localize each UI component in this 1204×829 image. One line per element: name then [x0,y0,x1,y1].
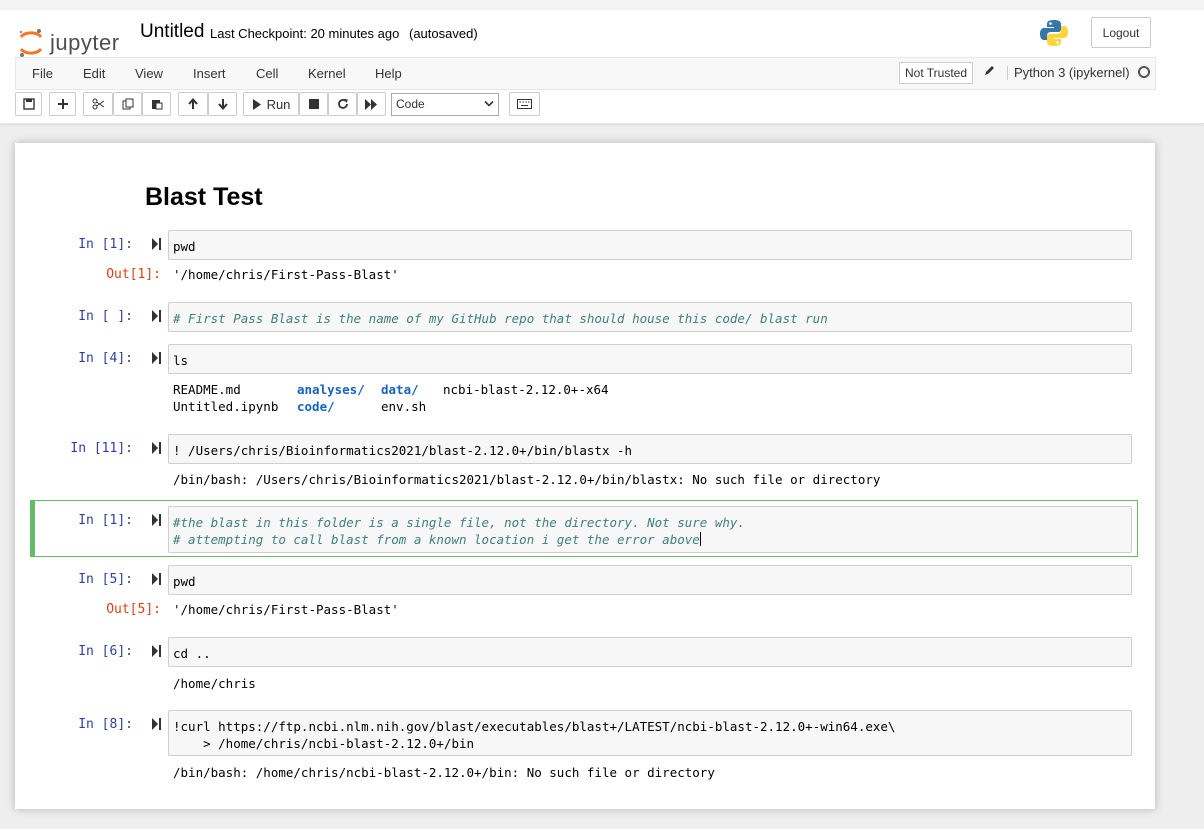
chevron-down-icon [484,100,494,107]
code-input[interactable]: cd .. [168,637,1132,667]
ls-entry: Untitled.ipynb [173,399,279,414]
restart-run-all-button[interactable] [357,92,386,116]
menu-insert[interactable]: Insert [193,66,226,81]
menu-kernel[interactable]: Kernel [308,66,346,81]
arrow-down-icon [217,99,228,110]
fast-forward-icon [365,98,377,110]
cell-output: '/home/chris/First-Pass-Blast' [173,602,399,617]
interrupt-button[interactable] [299,92,328,116]
markdown-heading[interactable]: Blast Test [145,183,263,212]
run-cell-icon[interactable] [152,238,162,250]
menu-help[interactable]: Help [375,66,402,81]
input-prompt: In [8]: [78,717,133,732]
copy-button[interactable] [113,92,142,116]
code-input[interactable]: !curl https://ftp.ncbi.nlm.nih.gov/blast… [168,710,1132,756]
code-line: # attempting to call blast from a known … [173,532,700,547]
play-icon [252,98,261,110]
arrow-up-icon [188,98,198,109]
menu-file[interactable]: File [32,66,53,81]
run-cell-icon[interactable] [152,573,162,585]
keyboard-icon [517,99,532,109]
ls-entry: env.sh [381,399,427,414]
ls-output: README.md [173,381,241,398]
code-input[interactable]: # First Pass Blast is the name of my Git… [168,302,1132,332]
save-button[interactable] [15,92,42,116]
python-logo-icon [1040,20,1068,46]
jupyter-logo-icon [19,29,43,57]
run-label: Run [266,96,291,112]
jupyter-logo[interactable]: jupyter [18,26,120,60]
cell-output: /home/chris [173,676,256,691]
cell-type-value: Code [396,97,425,111]
kernel-name[interactable]: Python 3 (ipykernel) [1007,66,1130,80]
paste-button[interactable] [142,92,171,116]
output-prompt: Out[5]: [106,602,161,617]
code-input[interactable]: pwd [168,565,1132,595]
cell-type-select[interactable]: Code [391,93,499,116]
kernel-idle-indicator-icon [1138,66,1150,78]
restart-icon [337,99,348,109]
code-input[interactable]: ! /Users/chris/Bioinformatics2021/blast-… [168,434,1132,464]
plus-icon [57,99,68,109]
jupyter-logo-text: jupyter [50,30,120,55]
move-up-button[interactable] [178,92,208,116]
code-line: !curl https://ftp.ncbi.nlm.nih.gov/blast… [173,719,896,734]
stop-icon [308,99,319,109]
input-prompt: In [1]: [78,513,133,528]
checkpoint-status: Last Checkpoint: 20 minutes ago [210,26,400,41]
menu-view[interactable]: View [135,66,163,81]
paste-icon [151,100,162,110]
run-cell-icon[interactable] [152,645,162,657]
cell-output: /bin/bash: /Users/chris/Bioinformatics20… [173,472,881,487]
ls-entry: code/ [297,399,335,414]
run-button[interactable]: Run [243,92,299,116]
run-cell-icon[interactable] [152,352,162,364]
trust-indicator[interactable]: Not Trusted [899,62,974,84]
code-line: > /home/chris/ncbi-blast-2.12.0+/bin [173,736,475,751]
cell-output: /bin/bash: /home/chris/ncbi-blast-2.12.0… [173,765,715,780]
ls-entry: README.md [173,382,241,397]
notebook-title[interactable]: Untitled [140,21,204,43]
restart-button[interactable] [328,92,357,116]
run-cell-icon[interactable] [152,310,162,322]
menu-bar: File Edit View Insert Cell Kernel Help N… [15,57,1156,90]
code-input[interactable]: pwd [168,230,1132,260]
logout-button[interactable]: Logout [1091,17,1151,48]
input-prompt: In [1]: [78,237,133,252]
input-prompt: In [11]: [70,441,133,456]
text-cursor [699,532,701,546]
jupyter-header: jupyter Untitled Last Checkpoint: 20 min… [0,10,1204,124]
ls-entry: analyses/ [297,382,365,397]
command-palette-button[interactable] [509,92,540,116]
move-down-button[interactable] [208,92,237,116]
scissors-icon [92,98,104,110]
save-icon [22,98,35,110]
code-line: #the blast in this folder is a single fi… [173,515,745,530]
cell-output: '/home/chris/First-Pass-Blast' [173,267,399,282]
ls-entry: ncbi-blast-2.12.0+-x64 [443,382,609,397]
input-prompt: In [ ]: [78,309,133,324]
run-cell-icon[interactable] [152,718,162,730]
notebook-container: Blast Test In [1]: pwd Out[1]: '/home/ch… [15,143,1155,809]
input-prompt: In [4]: [78,351,133,366]
edit-pencil-icon[interactable] [984,64,996,79]
menu-edit[interactable]: Edit [83,66,105,81]
run-cell-icon[interactable] [152,442,162,454]
code-input[interactable]: ls [168,344,1132,374]
output-prompt: Out[1]: [106,267,161,282]
copy-icon [122,98,133,110]
menu-cell[interactable]: Cell [256,66,278,81]
autosave-status: (autosaved) [409,26,478,41]
cut-button[interactable] [83,92,113,116]
ls-entry: data/ [381,382,419,397]
input-prompt: In [5]: [78,572,133,587]
input-prompt: In [6]: [78,644,133,659]
insert-cell-button[interactable] [49,92,76,116]
run-cell-icon[interactable] [152,514,162,526]
code-input[interactable]: #the blast in this folder is a single fi… [168,506,1132,553]
